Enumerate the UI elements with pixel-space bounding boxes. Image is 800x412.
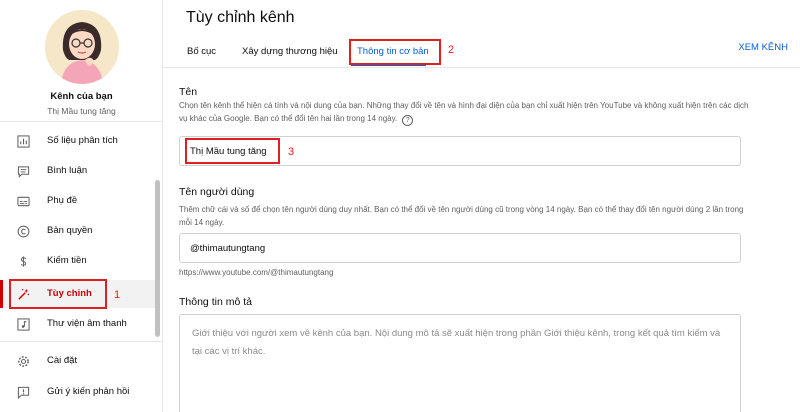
sidebar-item-audio-library[interactable]: Thư viện âm thanh: [0, 310, 155, 338]
name-section-description: Chọn tên kênh thể hiện cá tính và nội du…: [179, 99, 755, 126]
name-section-title: Tên: [179, 86, 198, 98]
tab-basic-info[interactable]: Thông tin cơ bản: [357, 46, 429, 57]
sidebar-item-label: Cài đặt: [47, 355, 78, 366]
sidebar-divider: [0, 341, 162, 342]
handle-section-description: Thêm chữ cái và số để chọn tên người dùn…: [179, 205, 744, 227]
sidebar-item-label: Tùy chỉnh: [47, 288, 92, 299]
page-title: Tùy chỉnh kênh: [186, 9, 295, 26]
sidebar-item-settings[interactable]: Cài đặt: [0, 347, 155, 375]
sidebar-item-label: Số liệu phân tích: [47, 135, 118, 146]
sidebar-item-customization[interactable]: Tùy chỉnh: [0, 280, 155, 308]
magic-wand-icon: [16, 287, 30, 301]
sidebar-item-comments[interactable]: Bình luận: [0, 157, 155, 185]
sidebar-item-label: Thư viện âm thanh: [47, 318, 127, 329]
handle-section-title: Tên người dùng: [179, 186, 255, 198]
sidebar-item-label: Phụ đề: [47, 195, 78, 206]
handle-field[interactable]: @thimautungtang: [179, 233, 741, 263]
active-tab-indicator: [351, 64, 426, 66]
subtitles-icon: [16, 194, 30, 208]
monetization-icon: [16, 254, 30, 268]
channel-name: Thị Mầu tung tăng: [47, 106, 116, 116]
description-section-title: Thông tin mô tả: [179, 296, 252, 308]
channel-name-field[interactable]: Thị Mầu tung tăng: [179, 136, 741, 166]
audio-library-icon: [16, 317, 30, 331]
copyright-icon: [16, 224, 30, 238]
channel-name-value: Thị Mầu tung tăng: [190, 145, 267, 157]
description-textarea[interactable]: Giới thiệu với người xem về kênh của bạn…: [179, 314, 741, 412]
channel-title: Kênh của bạn: [50, 91, 113, 102]
tab-layout[interactable]: Bố cục: [187, 46, 216, 57]
handle-value: @thimautungtang: [190, 242, 266, 254]
feedback-icon: [16, 385, 30, 399]
sidebar-item-copyright[interactable]: Bản quyền: [0, 217, 155, 245]
sidebar: Kênh của bạn Thị Mầu tung tăng Số liệu p…: [0, 0, 163, 412]
comments-icon: [16, 164, 30, 178]
sidebar-item-feedback[interactable]: Gửi ý kiến phản hồi: [0, 378, 155, 406]
sidebar-item-label: Kiếm tiền: [47, 255, 87, 266]
sidebar-item-label: Gửi ý kiến phản hồi: [47, 386, 130, 397]
sidebar-scrollbar[interactable]: [155, 180, 160, 337]
settings-gear-icon: [16, 354, 30, 368]
annotation-number-3: 3: [288, 146, 295, 158]
sidebar-item-label: Bình luận: [47, 165, 88, 176]
help-icon[interactable]: ?: [402, 115, 414, 126]
sidebar-divider: [0, 121, 162, 122]
sidebar-item-subtitles[interactable]: Phụ đề: [0, 187, 155, 215]
annotation-number-1: 1: [114, 289, 121, 301]
avatar-illustration: [45, 10, 119, 84]
tab-branding[interactable]: Xây dựng thương hiệu: [242, 46, 338, 57]
sidebar-item-monetization[interactable]: Kiếm tiền: [0, 247, 155, 275]
view-channel-link[interactable]: XEM KÊNH: [738, 42, 788, 53]
annotation-number-2: 2: [448, 44, 455, 56]
header-divider: [163, 67, 800, 68]
name-description-text: Chọn tên kênh thể hiện cá tính và nội du…: [179, 101, 749, 123]
analytics-icon: [16, 134, 30, 148]
channel-avatar[interactable]: [45, 10, 119, 84]
sidebar-item-label: Bản quyền: [47, 225, 93, 236]
sidebar-item-analytics[interactable]: Số liệu phân tích: [0, 127, 155, 155]
channel-url: https://www.youtube.com/@thimautungtang: [179, 268, 334, 277]
